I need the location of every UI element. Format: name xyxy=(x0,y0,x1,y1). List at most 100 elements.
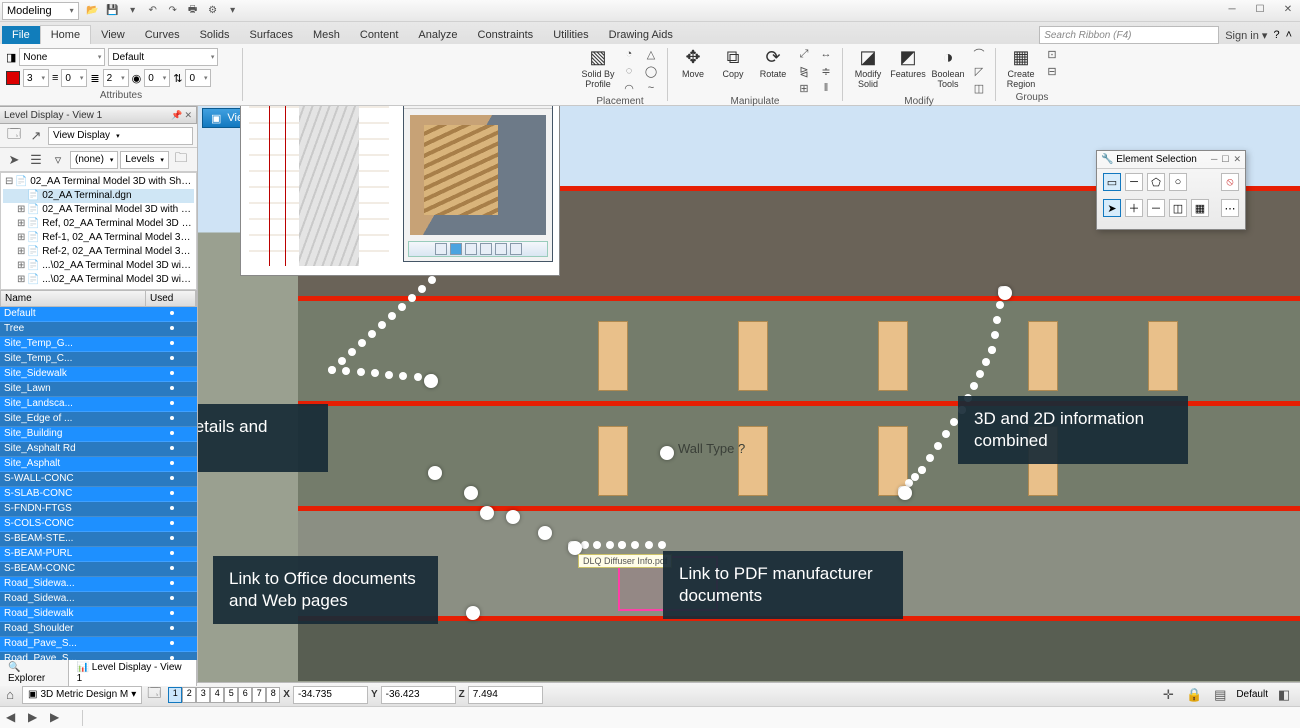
open-icon[interactable]: 📂 xyxy=(85,3,101,19)
cone-icon[interactable]: △ xyxy=(641,46,661,62)
tree-row[interactable]: 📄 02_AA Terminal.dgn xyxy=(3,189,194,203)
cmd-fwd-icon[interactable]: ▶ xyxy=(28,710,44,726)
shell-icon[interactable]: ◫ xyxy=(969,80,989,96)
es-pointer-icon[interactable]: ➤ xyxy=(1103,199,1121,217)
pv-next-icon[interactable] xyxy=(465,243,477,255)
arrow-icon[interactable]: ↗ xyxy=(26,126,46,146)
level-row[interactable]: Road_Sidewa... xyxy=(0,592,197,607)
tab-drawing-aids[interactable]: Drawing Aids xyxy=(599,26,683,44)
tab-explorer[interactable]: 🔍 Explorer xyxy=(0,660,69,686)
pv-prev-icon[interactable] xyxy=(435,243,447,255)
window-close-button[interactable]: ✕ xyxy=(1278,4,1298,18)
es-add-icon[interactable]: ＋ xyxy=(1125,199,1143,217)
level-row[interactable]: S-BEAM-PURL xyxy=(0,547,197,562)
help-icon[interactable]: ? xyxy=(1273,29,1279,41)
es-max-icon[interactable]: ☐ xyxy=(1221,154,1229,165)
move-button[interactable]: ✥Move xyxy=(674,46,712,80)
level-row[interactable]: S-COLS-CONC xyxy=(0,517,197,532)
level-row[interactable]: Site_Lawn xyxy=(0,382,197,397)
view-toggle-icon[interactable]: 🗔 xyxy=(4,126,24,146)
sb-lock-icon[interactable]: 🔒 xyxy=(1184,685,1204,705)
level-row[interactable]: Road_Sidewa... xyxy=(0,577,197,592)
es-min-icon[interactable]: ─ xyxy=(1211,154,1217,165)
save-icon[interactable]: 💾 xyxy=(105,3,121,19)
level-row[interactable]: S-SLAB-CONC xyxy=(0,487,197,502)
tree-row[interactable]: ⊞📄 ...\02_AA Terminal Model 3D with Shee… xyxy=(3,273,194,287)
filter-icon[interactable]: ▿ xyxy=(48,150,68,170)
es-more-icon[interactable]: ⋯ xyxy=(1221,199,1239,217)
level-row[interactable]: Site_Sidewalk xyxy=(0,367,197,382)
sb-scale-icon[interactable]: ◧ xyxy=(1274,685,1294,705)
view-btn-4[interactable]: 4 xyxy=(210,687,224,703)
level-row[interactable]: Site_Temp_C... xyxy=(0,352,197,367)
model-selector-dropdown[interactable]: ▣ 3D Metric Design M ▾ xyxy=(22,686,142,704)
tab-file[interactable]: File xyxy=(2,26,40,44)
level-row[interactable]: Site_Edge of ... xyxy=(0,412,197,427)
view-btn-6[interactable]: 6 xyxy=(238,687,252,703)
es-line-icon[interactable]: ─ xyxy=(1125,173,1143,191)
file-tree[interactable]: ⊟📄 02_AA Terminal Model 3D with Sheets.d… xyxy=(0,172,197,290)
group-icon[interactable]: ⊡ xyxy=(1042,46,1062,62)
es-poly-icon[interactable]: ⬠ xyxy=(1147,173,1165,191)
redo-icon[interactable]: ↷ xyxy=(165,3,181,19)
es-rect-icon[interactable]: ▭ xyxy=(1103,173,1121,191)
torus-icon[interactable]: ◯ xyxy=(641,63,661,79)
ribbon-search-input[interactable]: Search Ribbon (F4) xyxy=(1039,26,1219,44)
z-coord-field[interactable]: 7.494 xyxy=(468,686,543,704)
sphere-icon[interactable]: ◔ xyxy=(619,46,639,62)
level-row[interactable]: S-FNDN-FTGS xyxy=(0,502,197,517)
pv-rotate-right-icon[interactable] xyxy=(495,243,507,255)
element-selection-toolbox[interactable]: 🔧 Element Selection ─☐✕ ▭ ─ ⬠ ○ ⦸ ➤ ＋ － … xyxy=(1096,150,1246,230)
undo-icon[interactable]: ↶ xyxy=(145,3,161,19)
level-row[interactable]: Road_Pave_S... xyxy=(0,637,197,652)
symbology-icon[interactable]: 🗀 xyxy=(171,150,191,170)
view-btn-2[interactable]: 2 xyxy=(182,687,196,703)
es-disable-icon[interactable]: ⦸ xyxy=(1221,173,1239,191)
align-icon[interactable]: ≑ xyxy=(816,63,836,79)
tree-row[interactable]: ⊞📄 Ref-1, 02_AA Terminal Model 3D with S… xyxy=(3,231,194,245)
list-icon[interactable]: ☰ xyxy=(26,150,46,170)
scale-icon[interactable]: ⤢ xyxy=(794,46,814,62)
view-btn-7[interactable]: 7 xyxy=(252,687,266,703)
workflow-dropdown[interactable]: Modeling xyxy=(2,2,79,20)
sb-level-icon[interactable]: ▤ xyxy=(1210,685,1230,705)
pv-rotate-left-icon[interactable] xyxy=(480,243,492,255)
level-row[interactable]: S-BEAM-STE... xyxy=(0,532,197,547)
class-value-dd[interactable]: 0 xyxy=(144,69,170,87)
priority-value-dd[interactable]: 0 xyxy=(185,69,211,87)
rotate-button[interactable]: ⟳Rotate xyxy=(754,46,792,80)
default-dropdown[interactable]: Default xyxy=(108,48,218,66)
mirror-icon[interactable]: ⧎ xyxy=(794,63,814,79)
qat-more-icon[interactable]: ▾ xyxy=(225,3,241,19)
filter-none-dropdown[interactable]: (none) xyxy=(70,151,118,169)
sb-snap-icon[interactable]: ✛ xyxy=(1158,685,1178,705)
stretch-icon[interactable]: ↔ xyxy=(816,46,836,62)
tab-curves[interactable]: Curves xyxy=(135,26,190,44)
level-row[interactable]: Default xyxy=(0,307,197,322)
tree-row[interactable]: ⊞📄 02_AA Terminal Model 3D with Sheets.d… xyxy=(3,203,194,217)
offset-icon[interactable]: ‖ xyxy=(816,80,836,96)
level-row[interactable]: Site_Building xyxy=(0,427,197,442)
tab-solids[interactable]: Solids xyxy=(190,26,240,44)
color-value-dd[interactable]: 3 xyxy=(23,69,49,87)
style-value-dd[interactable]: 0 xyxy=(61,69,87,87)
ungroup-icon[interactable]: ⊟ xyxy=(1042,63,1062,79)
none-dropdown[interactable]: None xyxy=(19,48,105,66)
tab-utilities[interactable]: Utilities xyxy=(543,26,598,44)
es-circle-icon[interactable]: ○ xyxy=(1169,173,1187,191)
view-cube-icon[interactable]: ▣ xyxy=(211,112,221,125)
view-btn-3[interactable]: 3 xyxy=(196,687,210,703)
level-row[interactable]: Road_Shoulder xyxy=(0,622,197,637)
settings-icon[interactable]: ⚙ xyxy=(205,3,221,19)
sign-in-link[interactable]: Sign in ▾ xyxy=(1225,29,1267,42)
pv-delete-icon[interactable] xyxy=(510,243,522,255)
view-btn-8[interactable]: 8 xyxy=(266,687,280,703)
sweep-icon[interactable]: ~ xyxy=(641,80,661,96)
cylinder-icon[interactable]: ◌ xyxy=(619,63,639,79)
tree-row[interactable]: ⊞📄 Ref-2, 02_AA Terminal Model 3D with S… xyxy=(3,245,194,259)
copy-button[interactable]: ⧉Copy xyxy=(714,46,752,80)
view-btn-5[interactable]: 5 xyxy=(224,687,238,703)
window-restore-button[interactable]: ☐ xyxy=(1250,4,1270,18)
level-icon[interactable]: ◨ xyxy=(6,51,16,64)
tab-analyze[interactable]: Analyze xyxy=(408,26,467,44)
